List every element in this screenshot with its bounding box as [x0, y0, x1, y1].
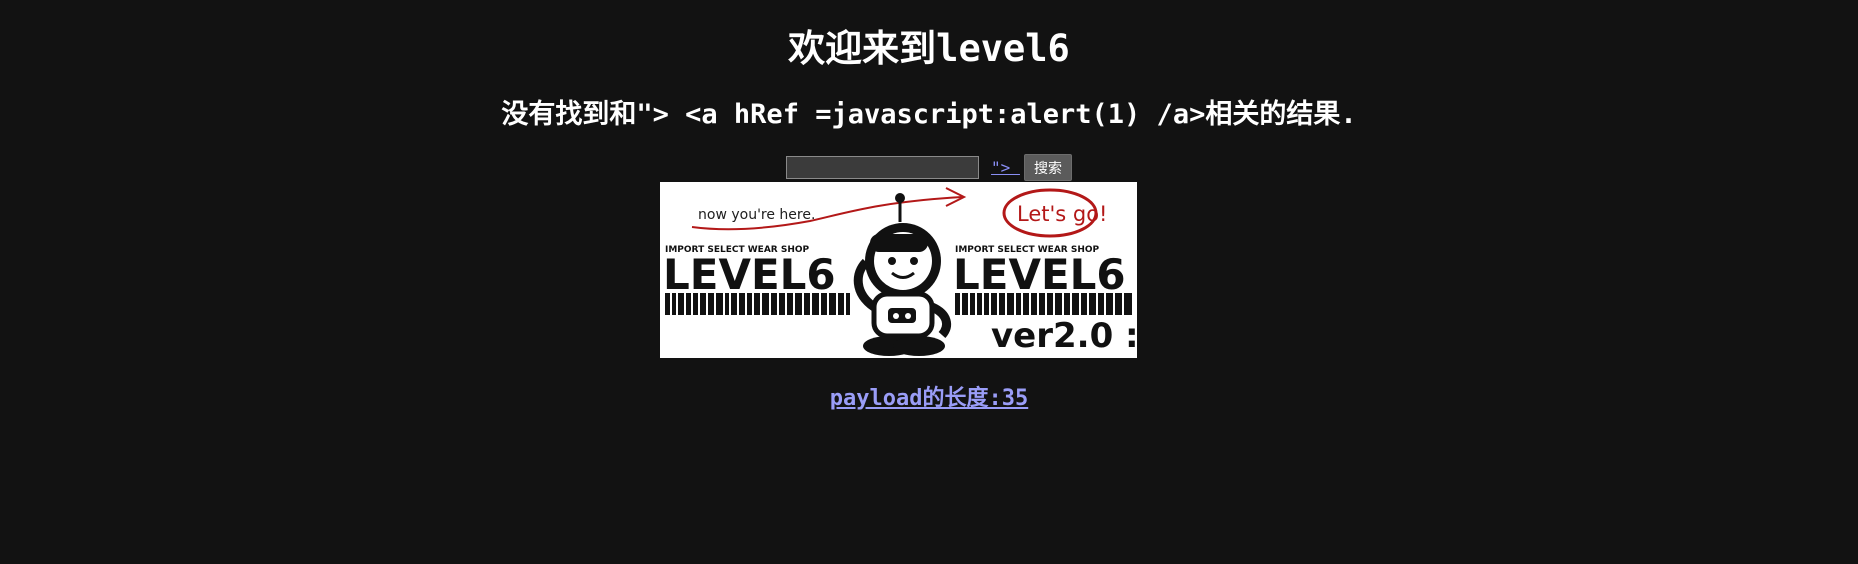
level6-page: 欢迎来到level6 没有找到和"> <a hRef =javascript:a… [0, 0, 1858, 564]
banner-note-text: now you're here. [698, 207, 815, 223]
banner-level-text-left: LEVEL6 [663, 250, 836, 299]
banner-version-text: ver2.0 : [991, 316, 1137, 356]
search-input[interactable] [786, 156, 980, 179]
page-title: 欢迎来到level6 [788, 27, 1070, 70]
search-button[interactable]: 搜索 [1023, 154, 1072, 181]
level6-banner-image: now you're here. Let's go! IMPORT SELECT… [660, 182, 1137, 358]
search-form: "> 搜索 [0, 154, 1858, 181]
payload-length-link[interactable]: payload的长度:35 [0, 385, 1858, 413]
banner-bubble-text: Let's go! [1017, 202, 1107, 226]
injected-link[interactable]: "> [991, 158, 1020, 178]
banner-level-text-right: LEVEL6 [953, 250, 1126, 299]
search-result-message: 没有找到和"> <a hRef =javascript:alert(1) /a>… [501, 99, 1357, 130]
